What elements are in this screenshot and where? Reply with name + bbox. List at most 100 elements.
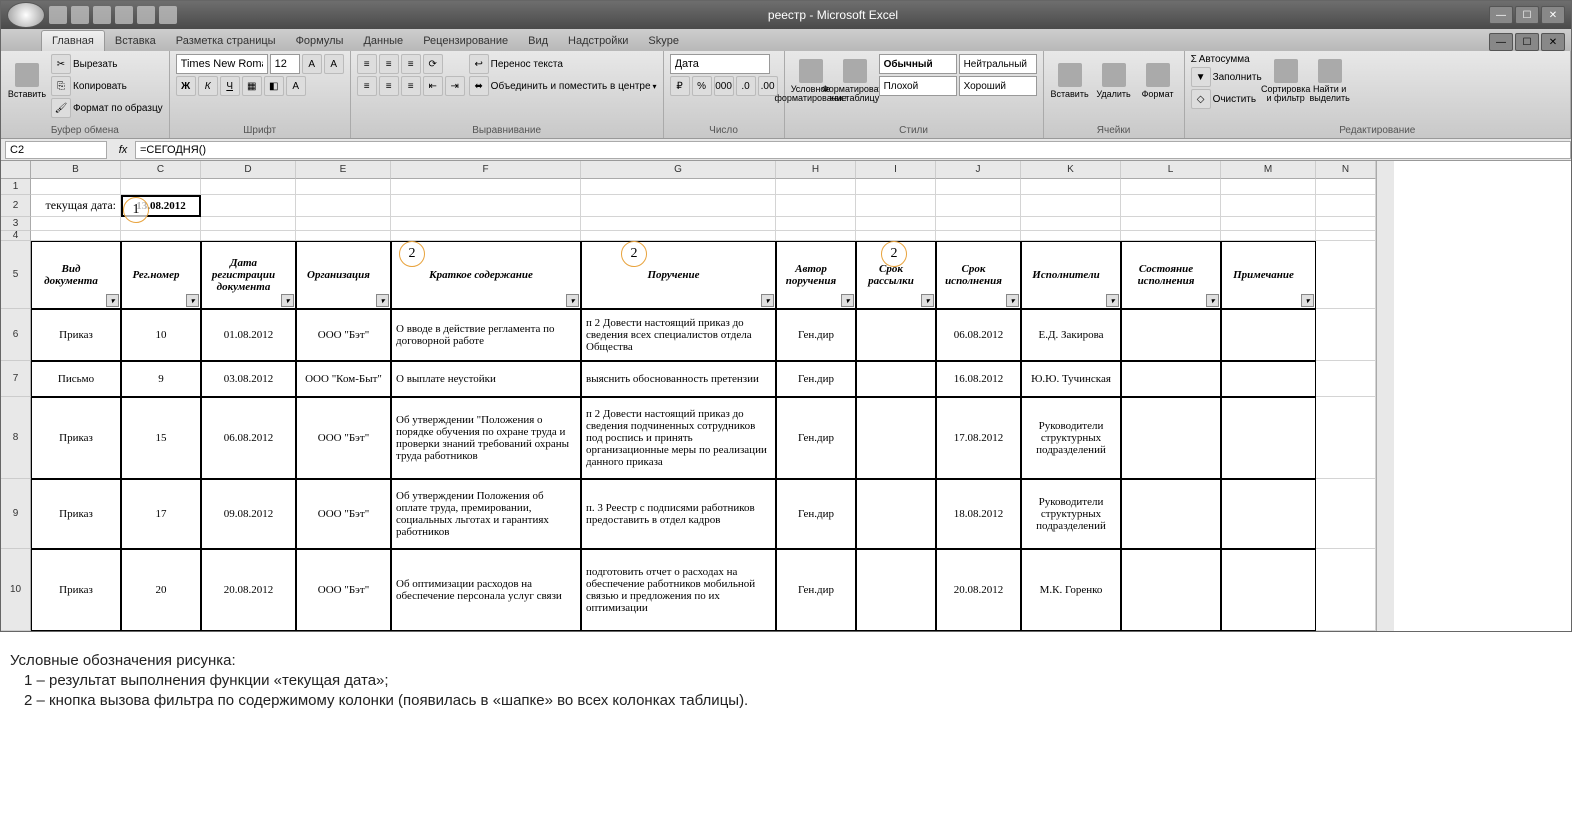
table-cell[interactable]: 09.08.2012: [201, 479, 296, 549]
col-header-D[interactable]: D: [201, 161, 296, 179]
increase-font-icon[interactable]: A: [302, 54, 322, 74]
cell[interactable]: [776, 195, 856, 217]
cell[interactable]: [1316, 361, 1376, 397]
table-cell[interactable]: 20.08.2012: [936, 549, 1021, 631]
table-header[interactable]: Примечание▾: [1221, 241, 1316, 309]
row-header-10[interactable]: 10: [1, 549, 31, 631]
table-cell[interactable]: ООО "Бэт": [296, 479, 391, 549]
table-cell[interactable]: 20.08.2012: [201, 549, 296, 631]
qat-more-icon[interactable]: [159, 6, 177, 24]
cell[interactable]: [391, 195, 581, 217]
style-bad[interactable]: Плохой: [879, 76, 957, 96]
insert-cells-button[interactable]: Вставить: [1050, 54, 1090, 108]
table-cell[interactable]: Об оптимизации расходов на обеспечение п…: [391, 549, 581, 631]
col-header-I[interactable]: I: [856, 161, 936, 179]
format-painter-button[interactable]: 🖌Формат по образцу: [51, 98, 163, 118]
cell[interactable]: [581, 179, 776, 195]
underline-button[interactable]: Ч: [220, 76, 240, 96]
number-format-select[interactable]: [670, 54, 770, 74]
cell[interactable]: [856, 217, 936, 231]
table-cell[interactable]: 03.08.2012: [201, 361, 296, 397]
cell[interactable]: [581, 231, 776, 241]
col-header-N[interactable]: N: [1316, 161, 1376, 179]
table-cell[interactable]: [856, 549, 936, 631]
align-top-icon[interactable]: ≡: [357, 54, 377, 74]
maximize-button[interactable]: ☐: [1515, 6, 1539, 24]
row-header-6[interactable]: 6: [1, 309, 31, 361]
table-cell[interactable]: Ю.Ю. Тучинская: [1021, 361, 1121, 397]
col-header-F[interactable]: F: [391, 161, 581, 179]
align-bot-icon[interactable]: ≡: [401, 54, 421, 74]
table-cell[interactable]: [1121, 361, 1221, 397]
style-neutral[interactable]: Нейтральный: [959, 54, 1037, 74]
cell[interactable]: [1316, 241, 1376, 309]
find-select-button[interactable]: Найти и выделить: [1310, 54, 1350, 108]
cell[interactable]: [1316, 479, 1376, 549]
table-header[interactable]: Срок исполнения▾: [936, 241, 1021, 309]
row-header-8[interactable]: 8: [1, 397, 31, 479]
table-header[interactable]: Дата регистрации документа▾: [201, 241, 296, 309]
filter-button[interactable]: ▾: [186, 294, 199, 307]
tab-review[interactable]: Рецензирование: [413, 31, 518, 51]
table-cell[interactable]: ООО "Бэт": [296, 397, 391, 479]
cell[interactable]: [121, 231, 201, 241]
table-cell[interactable]: выяснить обоснованность претензии: [581, 361, 776, 397]
cell[interactable]: [391, 231, 581, 241]
vertical-scrollbar[interactable]: [1376, 161, 1394, 631]
cell[interactable]: [1121, 217, 1221, 231]
row-header-1[interactable]: 1: [1, 179, 31, 195]
merge-center-button[interactable]: ⬌Объединить и поместить в центре▾: [469, 76, 657, 96]
table-cell[interactable]: 06.08.2012: [936, 309, 1021, 361]
cell[interactable]: [1316, 195, 1376, 217]
border-button[interactable]: ▦: [242, 76, 262, 96]
table-cell[interactable]: Об утверждении Положения об оплате труда…: [391, 479, 581, 549]
col-header-L[interactable]: L: [1121, 161, 1221, 179]
copy-button[interactable]: ⎘Копировать: [51, 76, 163, 96]
table-cell[interactable]: О выплате неустойки: [391, 361, 581, 397]
col-header-C[interactable]: C: [121, 161, 201, 179]
table-cell[interactable]: Приказ: [31, 549, 121, 631]
orientation-icon[interactable]: ⟳: [423, 54, 443, 74]
dec-inc-icon[interactable]: .0: [736, 76, 756, 96]
ribbon-restore-icon[interactable]: ☐: [1515, 33, 1539, 51]
cell[interactable]: [1021, 231, 1121, 241]
paste-button[interactable]: Вставить: [7, 54, 47, 108]
table-cell[interactable]: 17.08.2012: [936, 397, 1021, 479]
tab-page-layout[interactable]: Разметка страницы: [166, 31, 286, 51]
table-cell[interactable]: Ген.дир: [776, 397, 856, 479]
italic-button[interactable]: К: [198, 76, 218, 96]
indent-dec-icon[interactable]: ⇤: [423, 76, 443, 96]
format-table-button[interactable]: Форматировать как таблицу: [835, 54, 875, 108]
table-cell[interactable]: 10: [121, 309, 201, 361]
col-header-H[interactable]: H: [776, 161, 856, 179]
align-mid-icon[interactable]: ≡: [379, 54, 399, 74]
cell[interactable]: [581, 217, 776, 231]
cell[interactable]: [936, 195, 1021, 217]
filter-button[interactable]: ▾: [921, 294, 934, 307]
cell[interactable]: [1316, 231, 1376, 241]
cell[interactable]: [1316, 217, 1376, 231]
cell[interactable]: [201, 179, 296, 195]
office-button[interactable]: [7, 2, 45, 28]
cell[interactable]: [1121, 231, 1221, 241]
table-cell[interactable]: 01.08.2012: [201, 309, 296, 361]
cell[interactable]: [296, 195, 391, 217]
table-header[interactable]: Исполнители▾: [1021, 241, 1121, 309]
cell[interactable]: [1316, 309, 1376, 361]
cell[interactable]: [201, 231, 296, 241]
table-cell[interactable]: 15: [121, 397, 201, 479]
cell[interactable]: текущая дата:: [31, 195, 121, 217]
currency-icon[interactable]: ₽: [670, 76, 690, 96]
table-cell[interactable]: 18.08.2012: [936, 479, 1021, 549]
cell[interactable]: [296, 231, 391, 241]
decrease-font-icon[interactable]: A: [324, 54, 344, 74]
filter-button[interactable]: ▾: [1106, 294, 1119, 307]
table-cell[interactable]: [856, 479, 936, 549]
cell[interactable]: [581, 195, 776, 217]
table-cell[interactable]: 20: [121, 549, 201, 631]
cell[interactable]: [391, 217, 581, 231]
col-header-J[interactable]: J: [936, 161, 1021, 179]
filter-button[interactable]: ▾: [841, 294, 854, 307]
table-cell[interactable]: [856, 361, 936, 397]
table-cell[interactable]: [1121, 549, 1221, 631]
